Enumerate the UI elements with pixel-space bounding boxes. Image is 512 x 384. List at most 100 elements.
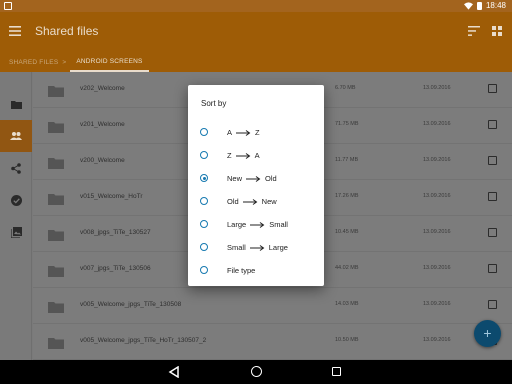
sort-dialog: Sort by A Z Z A New Old Old New Large Sm… [188,85,324,286]
add-button[interactable]: + [474,320,501,347]
file-name: v005_Welcome_jpgs_TiTe_HoTr_130507_2 [80,337,207,344]
list-item[interactable]: v005_Welcome_jpgs_TiTe_HoTr_130507_2 10.… [33,324,512,360]
file-name: v201_Welcome [80,121,125,128]
sort-to-label: Old [265,174,277,183]
file-size: 44.02 MB [335,265,359,271]
app-bar: Shared files SHARED FILES > ANDROID SCRE… [0,12,512,72]
file-size: 71.75 MB [335,121,359,127]
row-checkbox[interactable] [488,84,497,93]
file-date: 13.09.2016 [423,157,451,163]
sort-to-label: Small [269,220,288,229]
folder-icon [48,338,64,349]
sort-from-label: Large [227,220,247,229]
sidebar-item-done[interactable] [0,184,32,216]
sort-option-a-z[interactable]: A Z [188,121,324,143]
file-date: 13.09.2016 [423,301,451,307]
checkmark-icon [10,194,22,206]
file-size: 17.26 MB [335,193,359,199]
file-date: 13.09.2016 [423,229,451,235]
folder-icon [48,86,64,97]
radio-button[interactable] [200,243,208,251]
back-icon[interactable] [168,366,180,378]
status-time: 18:48 [485,1,506,10]
sort-to-label: Z [255,128,260,137]
recent-apps-icon[interactable] [332,367,341,376]
sort-from-label: A [227,128,233,137]
folder-icon [48,302,64,313]
grid-view-icon[interactable] [492,26,502,36]
sort-option-file-type[interactable]: File type [188,259,324,281]
arrow-right-icon [249,244,265,251]
file-date: 13.09.2016 [423,85,451,91]
sort-from-label: Small [227,243,246,252]
radio-button[interactable] [200,151,208,159]
sort-to-label: Large [268,243,288,252]
list-item[interactable]: v005_Welcome_jpgs_TiTe_130508 14.03 MB 1… [33,288,512,324]
sort-icon[interactable] [468,26,480,36]
breadcrumb-separator: > [62,58,67,66]
sort-option-small-large[interactable]: Small Large [188,236,324,258]
battery-icon [476,2,482,10]
arrow-right-icon [235,152,250,159]
folder-icon [48,266,64,277]
row-checkbox[interactable] [488,192,497,201]
radio-button-selected[interactable] [200,174,208,182]
file-date: 13.09.2016 [423,121,451,127]
arrow-right-icon [250,221,265,228]
sort-option-new-old[interactable]: New Old [188,167,324,189]
radio-button[interactable] [200,197,208,205]
breadcrumb-android-screens[interactable]: ANDROID SCREENS [70,52,149,72]
file-date: 13.09.2016 [423,265,451,271]
arrow-right-icon [242,198,258,205]
file-name: v008_jpgs_TiTe_130527 [80,229,151,236]
row-checkbox[interactable] [488,156,497,165]
sidebar-item-share[interactable] [0,152,32,184]
sort-from-label: Old [227,197,239,206]
sort-to-label: New [261,197,277,206]
row-checkbox[interactable] [488,120,497,129]
notification-icon [4,2,12,10]
row-checkbox[interactable] [488,300,497,309]
sidebar-item-files[interactable] [0,88,32,120]
file-size: 11.77 MB [335,157,359,163]
folder-icon [48,122,64,133]
folder-icon [48,194,64,205]
radio-button[interactable] [200,128,208,136]
sort-option-z-a[interactable]: Z A [188,144,324,166]
dialog-title: Sort by [201,99,227,108]
sort-to-label: A [254,151,260,160]
sort-from-label: Z [227,151,232,160]
sort-option-old-new[interactable]: Old New [188,190,324,212]
breadcrumb-shared-files[interactable]: SHARED FILES [0,59,58,66]
home-icon[interactable] [251,366,262,377]
file-name: v007_jpgs_TiTe_130506 [80,265,151,272]
breadcrumb: SHARED FILES > ANDROID SCREENS [0,52,149,72]
radio-button[interactable] [200,220,208,228]
arrow-right-icon [236,129,251,136]
navigation-bar [0,360,512,384]
radio-button[interactable] [200,266,208,274]
file-date: 13.09.2016 [423,337,451,343]
file-size: 10.50 MB [335,337,359,343]
file-size: 14.03 MB [335,301,359,307]
file-name: v202_Welcome [80,85,125,92]
sort-option-label: File type [227,266,256,275]
file-date: 13.09.2016 [423,193,451,199]
sidebar-item-shared[interactable] [0,120,32,152]
sidebar-item-gallery[interactable] [0,216,32,248]
sidebar [0,72,32,360]
sort-option-large-small[interactable]: Large Small [188,213,324,235]
wifi-icon [463,2,473,10]
folder-icon [48,158,64,169]
sort-from-label: New [227,174,243,183]
share-icon [11,162,21,174]
file-size: 10.45 MB [335,229,359,235]
row-checkbox[interactable] [488,228,497,237]
file-size: 6.70 MB [335,85,356,91]
menu-icon[interactable] [9,26,21,36]
folder-icon [48,230,64,241]
folder-icon [10,100,22,109]
gallery-icon [10,226,22,238]
row-checkbox[interactable] [488,264,497,273]
file-name: v200_Welcome [80,157,125,164]
